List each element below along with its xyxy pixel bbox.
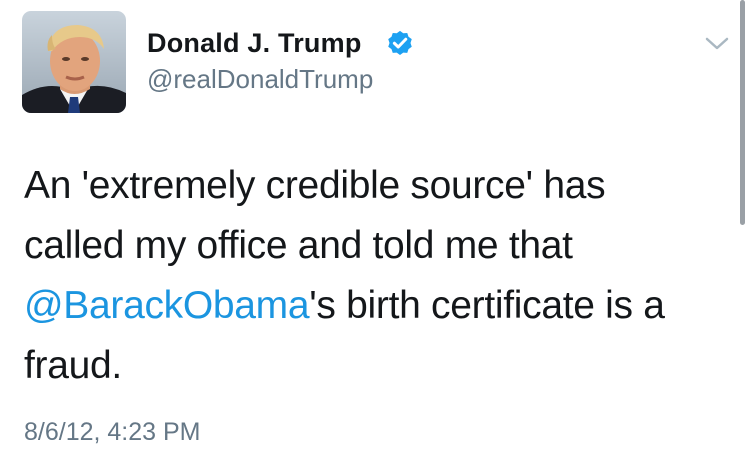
- avatar[interactable]: [22, 11, 126, 113]
- mention-link[interactable]: @BarackObama: [24, 284, 310, 327]
- tweet-card: Donald J. Trump @realDonaldTrump An 'ext…: [0, 0, 750, 460]
- tweet-line-text: 's birth certificate is a: [309, 284, 665, 327]
- tweet-line: fraud.: [24, 344, 122, 387]
- verified-badge-icon: [388, 30, 412, 55]
- user-handle[interactable]: @realDonaldTrump: [147, 64, 373, 95]
- tweet-line: @BarackObama's birth certificate is a: [24, 276, 724, 336]
- tweet-text: An 'extremely credible source' has calle…: [24, 156, 724, 396]
- scrollbar[interactable]: [740, 0, 745, 225]
- tweet-line: An 'extremely credible source' has: [24, 164, 606, 207]
- tweet-timestamp[interactable]: 8/6/12, 4:23 PM: [24, 418, 201, 447]
- tweet-line: called my office and told me that: [24, 224, 573, 267]
- display-name[interactable]: Donald J. Trump: [147, 28, 362, 59]
- chevron-down-icon[interactable]: [704, 35, 730, 53]
- profile-photo-image: [22, 11, 126, 113]
